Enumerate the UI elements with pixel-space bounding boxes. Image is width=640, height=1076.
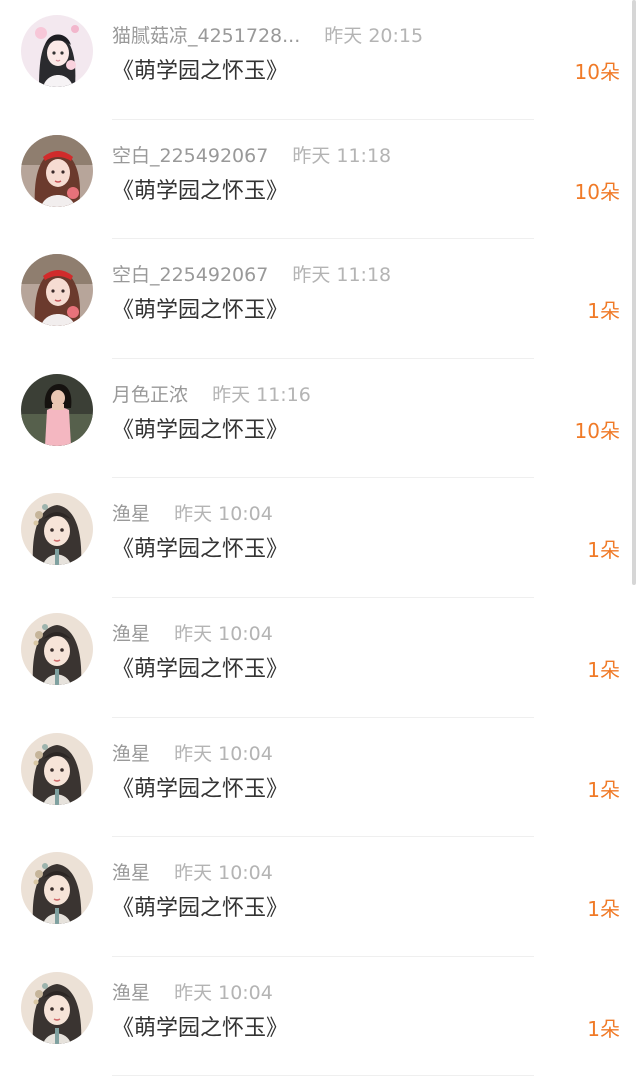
gift-record-row[interactable]: 渔星 昨天 10:04 《萌学园之怀玉》 1朵 [0, 598, 640, 718]
flower-amount: 10朵 [574, 179, 620, 204]
user-avatar[interactable] [21, 15, 93, 87]
flower-amount: 1朵 [587, 897, 620, 922]
username[interactable]: 空白_225492067 [112, 264, 268, 286]
timestamp: 昨天 11:18 [292, 264, 392, 287]
record-meta: 渔星 昨天 10:04 [112, 740, 273, 768]
book-title[interactable]: 《萌学园之怀玉》 [112, 893, 288, 925]
username[interactable]: 渔星 [112, 862, 150, 884]
user-avatar[interactable] [21, 971, 93, 1044]
book-title[interactable]: 《萌学园之怀玉》 [112, 295, 288, 327]
gift-record-row[interactable]: 空白_225492067 昨天 11:18 《萌学园之怀玉》 1朵 [0, 239, 640, 359]
user-avatar[interactable] [21, 493, 93, 566]
gift-record-row[interactable]: 月色正浓 昨天 11:16 《萌学园之怀玉》 10朵 [0, 359, 640, 479]
gift-record-row[interactable]: 猫腻菇凉_4251728... 昨天 20:15 《萌学园之怀玉》 10朵 [0, 0, 640, 120]
user-avatar[interactable] [21, 373, 93, 446]
timestamp: 昨天 20:15 [324, 25, 424, 47]
timestamp: 昨天 10:04 [174, 981, 273, 1004]
gift-record-row[interactable]: 空白_225492067 昨天 11:18 《萌学园之怀玉》 10朵 [0, 120, 640, 240]
flower-amount: 1朵 [587, 299, 620, 324]
record-meta: 空白_225492067 昨天 11:18 [112, 142, 391, 170]
book-title[interactable]: 《萌学园之怀玉》 [112, 1013, 288, 1045]
flower-amount: 1朵 [587, 777, 620, 802]
gift-record-row[interactable]: 渔星 昨天 10:04 《萌学园之怀玉》 1朵 [0, 718, 640, 838]
timestamp: 昨天 11:18 [292, 144, 392, 167]
user-avatar[interactable] [21, 732, 93, 805]
user-avatar[interactable] [21, 852, 93, 925]
flower-amount: 10朵 [574, 60, 620, 84]
gift-record-row[interactable]: 渔星 昨天 10:04 《萌学园之怀玉》 1朵 [0, 837, 640, 957]
book-title[interactable]: 《萌学园之怀玉》 [112, 774, 288, 806]
record-meta: 渔星 昨天 10:04 [112, 500, 273, 528]
username[interactable]: 渔星 [112, 503, 150, 525]
timestamp: 昨天 10:04 [174, 742, 273, 765]
record-meta: 空白_225492067 昨天 11:18 [112, 261, 391, 289]
gift-record-row[interactable]: 渔星 昨天 10:04 《萌学园之怀玉》 1朵 [0, 478, 640, 598]
book-title[interactable]: 《萌学园之怀玉》 [112, 534, 288, 566]
user-avatar[interactable] [21, 254, 93, 327]
flower-amount: 1朵 [587, 1016, 620, 1041]
book-title[interactable]: 《萌学园之怀玉》 [112, 56, 288, 88]
username[interactable]: 空白_225492067 [112, 145, 268, 167]
gift-record-row[interactable]: 渔星 昨天 10:04 《萌学园之怀玉》 1朵 [0, 957, 640, 1076]
timestamp: 昨天 11:16 [212, 383, 311, 406]
record-meta: 渔星 昨天 10:04 [112, 620, 273, 648]
user-avatar[interactable] [21, 134, 93, 207]
username[interactable]: 渔星 [112, 743, 150, 765]
username[interactable]: 渔星 [112, 623, 150, 645]
record-meta: 渔星 昨天 10:04 [112, 859, 273, 887]
timestamp: 昨天 10:04 [174, 622, 273, 645]
book-title[interactable]: 《萌学园之怀玉》 [112, 654, 288, 686]
username[interactable]: 渔星 [112, 982, 150, 1004]
scrollbar[interactable] [632, 0, 636, 585]
username[interactable]: 猫腻菇凉_4251728... [112, 25, 300, 47]
timestamp: 昨天 10:04 [174, 503, 273, 526]
flower-amount: 10朵 [574, 418, 620, 443]
gift-record-list: 猫腻菇凉_4251728... 昨天 20:15 《萌学园之怀玉》 10朵 空白… [0, 0, 640, 1076]
book-title[interactable]: 《萌学园之怀玉》 [112, 176, 288, 208]
record-meta: 渔星 昨天 10:04 [112, 979, 273, 1007]
book-title[interactable]: 《萌学园之怀玉》 [112, 415, 288, 447]
user-avatar[interactable] [21, 612, 93, 685]
record-meta: 月色正浓 昨天 11:16 [112, 381, 311, 409]
flower-amount: 1朵 [587, 538, 620, 563]
flower-amount: 1朵 [587, 657, 620, 682]
username[interactable]: 月色正浓 [112, 384, 188, 406]
record-meta: 猫腻菇凉_4251728... 昨天 20:15 [112, 22, 423, 50]
timestamp: 昨天 10:04 [174, 862, 273, 885]
